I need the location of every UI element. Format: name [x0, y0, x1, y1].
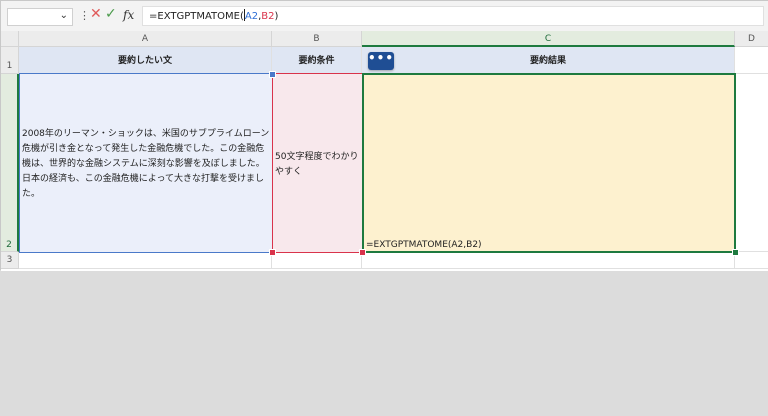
- cell-c3[interactable]: [362, 252, 735, 269]
- cell-c1[interactable]: 要約結果: [362, 47, 735, 74]
- cell-c2-formula: =EXTGPTMATOME(A2,B2): [366, 240, 482, 250]
- cell-a3[interactable]: [19, 252, 272, 269]
- cell-d1[interactable]: [735, 47, 768, 74]
- row-header-3[interactable]: 3: [1, 252, 19, 269]
- cell-b3[interactable]: [272, 252, 362, 269]
- column-header-a[interactable]: A: [19, 31, 272, 47]
- name-box[interactable]: ⌄: [7, 8, 73, 26]
- insert-function-icon[interactable]: fx: [123, 8, 134, 22]
- enter-check-icon[interactable]: ✓: [105, 6, 117, 22]
- chevron-down-icon[interactable]: ⌄: [60, 10, 68, 21]
- ref-a-handle-top[interactable]: [269, 71, 276, 78]
- ref-b-handle-bottom-left[interactable]: [269, 249, 276, 256]
- row-header-2[interactable]: 2: [1, 74, 19, 252]
- cancel-icon[interactable]: ✕: [90, 6, 102, 22]
- spreadsheet-window: ⌄ ⋮ ✕ ✓ fx =EXTGPTMATOME(A2,B2) A B C D …: [0, 0, 768, 271]
- fill-handle[interactable]: [732, 249, 739, 256]
- cell-d3[interactable]: [735, 252, 768, 269]
- cell-b2[interactable]: 50文字程度でわかりやすく: [272, 73, 363, 253]
- formula-prefix: =EXTGPTMATOME(: [149, 11, 244, 22]
- formula-suffix: ): [274, 11, 279, 22]
- cell-a2-text: 2008年のリーマン・ショックは、米国のサブプライムローン危機が引き金となって発…: [22, 129, 270, 199]
- ref-b-handle-bottom-right[interactable]: [359, 249, 366, 256]
- column-header-c[interactable]: C: [362, 31, 735, 47]
- formula-ref-a: A2: [244, 11, 259, 22]
- formula-input[interactable]: =EXTGPTMATOME(A2,B2): [142, 6, 764, 26]
- cell-c2-active[interactable]: =EXTGPTMATOME(A2,B2): [362, 73, 736, 253]
- cell-a1[interactable]: 要約したい文: [19, 47, 272, 74]
- formula-bar: ⌄ ⋮ ✕ ✓ fx =EXTGPTMATOME(A2,B2): [1, 1, 768, 31]
- cell-d2[interactable]: [736, 74, 768, 252]
- more-options-icon[interactable]: ⋮: [79, 9, 90, 22]
- select-all-corner[interactable]: [1, 31, 19, 47]
- formula-ref-b: B2: [261, 11, 275, 22]
- column-header-d[interactable]: D: [735, 31, 768, 47]
- copilot-more-button[interactable]: •••: [368, 52, 394, 70]
- column-header-b[interactable]: B: [272, 31, 362, 47]
- cell-a2[interactable]: 2008年のリーマン・ショックは、米国のサブプライムローン危機が引き金となって発…: [19, 73, 273, 253]
- cell-b1[interactable]: 要約条件: [272, 47, 362, 74]
- row-header-1[interactable]: 1: [1, 47, 19, 74]
- cell-b2-text: 50文字程度でわかりやすく: [275, 151, 359, 177]
